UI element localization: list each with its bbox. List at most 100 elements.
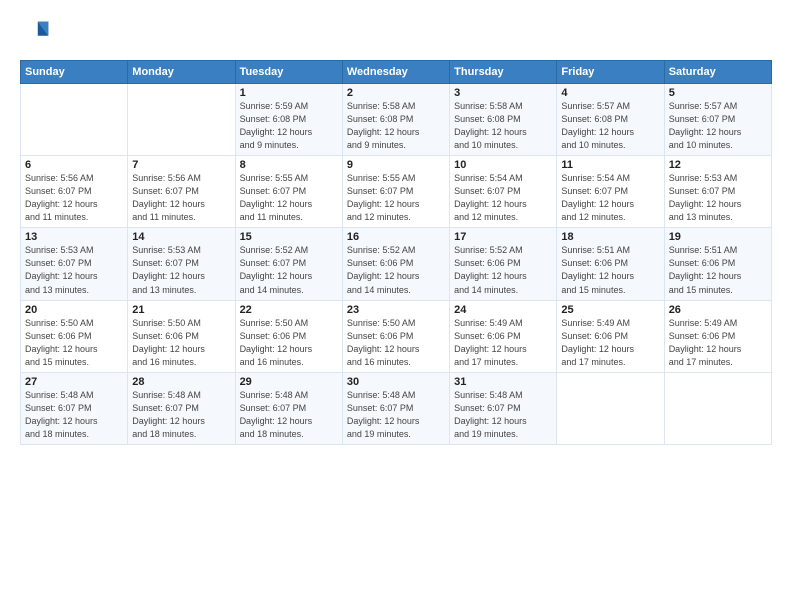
calendar-cell: 22Sunrise: 5:50 AM Sunset: 6:06 PM Dayli… <box>235 300 342 372</box>
day-detail: Sunrise: 5:50 AM Sunset: 6:06 PM Dayligh… <box>347 317 445 369</box>
calendar-table: SundayMondayTuesdayWednesdayThursdayFrid… <box>20 60 772 445</box>
calendar-cell: 2Sunrise: 5:58 AM Sunset: 6:08 PM Daylig… <box>342 84 449 156</box>
calendar-cell: 9Sunrise: 5:55 AM Sunset: 6:07 PM Daylig… <box>342 156 449 228</box>
calendar-cell: 13Sunrise: 5:53 AM Sunset: 6:07 PM Dayli… <box>21 228 128 300</box>
day-number: 11 <box>561 159 659 171</box>
col-header-saturday: Saturday <box>664 61 771 84</box>
col-header-monday: Monday <box>128 61 235 84</box>
calendar-cell <box>664 372 771 444</box>
day-number: 26 <box>669 304 767 316</box>
day-detail: Sunrise: 5:48 AM Sunset: 6:07 PM Dayligh… <box>240 389 338 441</box>
calendar-cell: 19Sunrise: 5:51 AM Sunset: 6:06 PM Dayli… <box>664 228 771 300</box>
day-detail: Sunrise: 5:53 AM Sunset: 6:07 PM Dayligh… <box>669 172 767 224</box>
week-row-4: 20Sunrise: 5:50 AM Sunset: 6:06 PM Dayli… <box>21 300 772 372</box>
day-number: 28 <box>132 376 230 388</box>
day-number: 1 <box>240 87 338 99</box>
day-number: 12 <box>669 159 767 171</box>
day-detail: Sunrise: 5:49 AM Sunset: 6:06 PM Dayligh… <box>561 317 659 369</box>
day-detail: Sunrise: 5:56 AM Sunset: 6:07 PM Dayligh… <box>132 172 230 224</box>
page: SundayMondayTuesdayWednesdayThursdayFrid… <box>0 0 792 612</box>
day-detail: Sunrise: 5:56 AM Sunset: 6:07 PM Dayligh… <box>25 172 123 224</box>
day-detail: Sunrise: 5:51 AM Sunset: 6:06 PM Dayligh… <box>669 244 767 296</box>
calendar-cell: 27Sunrise: 5:48 AM Sunset: 6:07 PM Dayli… <box>21 372 128 444</box>
day-number: 27 <box>25 376 123 388</box>
day-number: 15 <box>240 231 338 243</box>
day-number: 2 <box>347 87 445 99</box>
day-detail: Sunrise: 5:57 AM Sunset: 6:07 PM Dayligh… <box>669 100 767 152</box>
day-detail: Sunrise: 5:51 AM Sunset: 6:06 PM Dayligh… <box>561 244 659 296</box>
logo <box>20 18 56 50</box>
week-row-2: 6Sunrise: 5:56 AM Sunset: 6:07 PM Daylig… <box>21 156 772 228</box>
calendar-cell: 30Sunrise: 5:48 AM Sunset: 6:07 PM Dayli… <box>342 372 449 444</box>
calendar-cell: 20Sunrise: 5:50 AM Sunset: 6:06 PM Dayli… <box>21 300 128 372</box>
day-number: 20 <box>25 304 123 316</box>
calendar-cell: 7Sunrise: 5:56 AM Sunset: 6:07 PM Daylig… <box>128 156 235 228</box>
calendar-cell: 15Sunrise: 5:52 AM Sunset: 6:07 PM Dayli… <box>235 228 342 300</box>
day-detail: Sunrise: 5:53 AM Sunset: 6:07 PM Dayligh… <box>132 244 230 296</box>
calendar-cell: 6Sunrise: 5:56 AM Sunset: 6:07 PM Daylig… <box>21 156 128 228</box>
day-number: 18 <box>561 231 659 243</box>
calendar-cell: 24Sunrise: 5:49 AM Sunset: 6:06 PM Dayli… <box>450 300 557 372</box>
calendar-cell: 12Sunrise: 5:53 AM Sunset: 6:07 PM Dayli… <box>664 156 771 228</box>
day-number: 29 <box>240 376 338 388</box>
calendar-cell: 14Sunrise: 5:53 AM Sunset: 6:07 PM Dayli… <box>128 228 235 300</box>
day-detail: Sunrise: 5:50 AM Sunset: 6:06 PM Dayligh… <box>132 317 230 369</box>
day-number: 14 <box>132 231 230 243</box>
calendar-cell: 16Sunrise: 5:52 AM Sunset: 6:06 PM Dayli… <box>342 228 449 300</box>
calendar-cell: 18Sunrise: 5:51 AM Sunset: 6:06 PM Dayli… <box>557 228 664 300</box>
day-detail: Sunrise: 5:57 AM Sunset: 6:08 PM Dayligh… <box>561 100 659 152</box>
day-detail: Sunrise: 5:49 AM Sunset: 6:06 PM Dayligh… <box>669 317 767 369</box>
calendar-cell: 21Sunrise: 5:50 AM Sunset: 6:06 PM Dayli… <box>128 300 235 372</box>
calendar-cell <box>128 84 235 156</box>
day-number: 17 <box>454 231 552 243</box>
day-detail: Sunrise: 5:58 AM Sunset: 6:08 PM Dayligh… <box>347 100 445 152</box>
day-number: 10 <box>454 159 552 171</box>
day-number: 22 <box>240 304 338 316</box>
day-number: 6 <box>25 159 123 171</box>
day-detail: Sunrise: 5:58 AM Sunset: 6:08 PM Dayligh… <box>454 100 552 152</box>
calendar-cell <box>557 372 664 444</box>
day-number: 19 <box>669 231 767 243</box>
header-row: SundayMondayTuesdayWednesdayThursdayFrid… <box>21 61 772 84</box>
day-detail: Sunrise: 5:50 AM Sunset: 6:06 PM Dayligh… <box>25 317 123 369</box>
calendar-cell: 10Sunrise: 5:54 AM Sunset: 6:07 PM Dayli… <box>450 156 557 228</box>
day-number: 21 <box>132 304 230 316</box>
day-detail: Sunrise: 5:52 AM Sunset: 6:06 PM Dayligh… <box>454 244 552 296</box>
day-number: 8 <box>240 159 338 171</box>
col-header-sunday: Sunday <box>21 61 128 84</box>
day-detail: Sunrise: 5:48 AM Sunset: 6:07 PM Dayligh… <box>132 389 230 441</box>
week-row-5: 27Sunrise: 5:48 AM Sunset: 6:07 PM Dayli… <box>21 372 772 444</box>
day-detail: Sunrise: 5:49 AM Sunset: 6:06 PM Dayligh… <box>454 317 552 369</box>
calendar-cell: 1Sunrise: 5:59 AM Sunset: 6:08 PM Daylig… <box>235 84 342 156</box>
col-header-wednesday: Wednesday <box>342 61 449 84</box>
day-number: 13 <box>25 231 123 243</box>
day-number: 16 <box>347 231 445 243</box>
day-number: 7 <box>132 159 230 171</box>
calendar-cell: 5Sunrise: 5:57 AM Sunset: 6:07 PM Daylig… <box>664 84 771 156</box>
day-number: 5 <box>669 87 767 99</box>
calendar-cell: 23Sunrise: 5:50 AM Sunset: 6:06 PM Dayli… <box>342 300 449 372</box>
day-number: 24 <box>454 304 552 316</box>
calendar-cell <box>21 84 128 156</box>
day-detail: Sunrise: 5:55 AM Sunset: 6:07 PM Dayligh… <box>240 172 338 224</box>
day-detail: Sunrise: 5:52 AM Sunset: 6:06 PM Dayligh… <box>347 244 445 296</box>
day-number: 4 <box>561 87 659 99</box>
calendar-cell: 26Sunrise: 5:49 AM Sunset: 6:06 PM Dayli… <box>664 300 771 372</box>
day-number: 23 <box>347 304 445 316</box>
col-header-friday: Friday <box>557 61 664 84</box>
day-detail: Sunrise: 5:48 AM Sunset: 6:07 PM Dayligh… <box>25 389 123 441</box>
day-number: 25 <box>561 304 659 316</box>
day-detail: Sunrise: 5:52 AM Sunset: 6:07 PM Dayligh… <box>240 244 338 296</box>
day-number: 3 <box>454 87 552 99</box>
calendar-cell: 4Sunrise: 5:57 AM Sunset: 6:08 PM Daylig… <box>557 84 664 156</box>
calendar-cell: 29Sunrise: 5:48 AM Sunset: 6:07 PM Dayli… <box>235 372 342 444</box>
logo-icon <box>20 18 52 50</box>
calendar-cell: 3Sunrise: 5:58 AM Sunset: 6:08 PM Daylig… <box>450 84 557 156</box>
day-detail: Sunrise: 5:50 AM Sunset: 6:06 PM Dayligh… <box>240 317 338 369</box>
day-detail: Sunrise: 5:59 AM Sunset: 6:08 PM Dayligh… <box>240 100 338 152</box>
calendar-cell: 17Sunrise: 5:52 AM Sunset: 6:06 PM Dayli… <box>450 228 557 300</box>
calendar-cell: 28Sunrise: 5:48 AM Sunset: 6:07 PM Dayli… <box>128 372 235 444</box>
day-detail: Sunrise: 5:53 AM Sunset: 6:07 PM Dayligh… <box>25 244 123 296</box>
day-detail: Sunrise: 5:54 AM Sunset: 6:07 PM Dayligh… <box>454 172 552 224</box>
calendar-cell: 31Sunrise: 5:48 AM Sunset: 6:07 PM Dayli… <box>450 372 557 444</box>
